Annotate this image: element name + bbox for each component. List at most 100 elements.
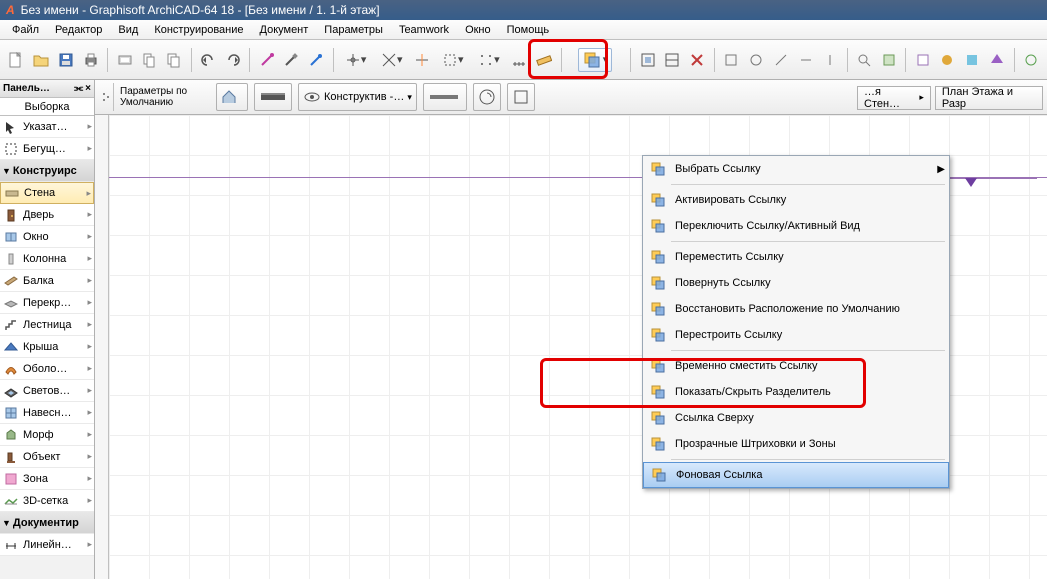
tool5-button[interactable] <box>819 48 842 72</box>
menu-item[interactable]: Выбрать Ссылку▶ <box>643 156 949 182</box>
tool2-button[interactable] <box>744 48 767 72</box>
menu-item[interactable]: Переместить Ссылку <box>643 244 949 270</box>
menu-вид[interactable]: Вид <box>110 22 146 38</box>
menu-item[interactable]: Временно сместить Ссылку <box>643 353 949 379</box>
copy-button[interactable] <box>163 48 186 72</box>
menu-separator <box>671 459 945 460</box>
ref-lines-button[interactable]: ▾ <box>436 48 470 72</box>
menu-файл[interactable]: Файл <box>4 22 47 38</box>
menu-item[interactable]: Перестроить Ссылку <box>643 322 949 348</box>
infobar-grip[interactable] <box>100 83 114 111</box>
infobar-extra-button[interactable] <box>507 83 535 111</box>
tool-dim[interactable]: Линейн…▸ <box>0 534 94 556</box>
shell-icon <box>2 360 20 378</box>
menubar: ФайлРедакторВидКонструированиеДокументПа… <box>0 20 1047 40</box>
infobar-settings-button[interactable] <box>216 83 248 111</box>
tb-g1[interactable] <box>911 48 934 72</box>
toolbar-main: ▾ ▾ ▾ ▾ ▾ <box>0 40 1047 80</box>
view-2-button[interactable] <box>661 48 684 72</box>
tool-object[interactable]: Объект▸ <box>0 446 94 468</box>
tool-door[interactable]: Дверь▸ <box>0 204 94 226</box>
flyout-arrow-icon: ▸ <box>87 121 92 132</box>
snap-button[interactable]: ▾ <box>339 48 373 72</box>
menu-item[interactable]: Показать/Скрыть Разделитель <box>643 379 949 405</box>
tb-g4[interactable] <box>986 48 1009 72</box>
menu-item[interactable]: Восстановить Расположение по Умолчанию <box>643 296 949 322</box>
right-btn-2[interactable]: План Этажа и Разр <box>935 86 1043 110</box>
tb-g2[interactable] <box>936 48 959 72</box>
tool-skylight[interactable]: Светов…▸ <box>0 380 94 402</box>
undo-button[interactable] <box>197 48 220 72</box>
menu-помощь[interactable]: Помощь <box>499 22 558 38</box>
guide-button[interactable]: ▾ <box>375 48 409 72</box>
menu-конструирование[interactable]: Конструирование <box>146 22 251 38</box>
tool-shell[interactable]: Оболо…▸ <box>0 358 94 380</box>
menu-item[interactable]: Ссылка Сверху <box>643 405 949 431</box>
tool-roof[interactable]: Крыша▸ <box>0 336 94 358</box>
tool-arrow[interactable]: Указат…▸ <box>0 116 94 138</box>
marquee-icon <box>2 140 20 158</box>
cross-button[interactable] <box>411 48 434 72</box>
tb-g3[interactable] <box>961 48 984 72</box>
menu-item-icon <box>647 158 669 180</box>
redo-button[interactable] <box>221 48 244 72</box>
dim-icon <box>2 536 20 554</box>
panel-close-icon[interactable]: × <box>85 83 91 94</box>
menu-item[interactable]: Прозрачные Штриховки и Зоны <box>643 431 949 457</box>
tool-beam[interactable]: Балка▸ <box>0 270 94 292</box>
plot-button[interactable] <box>113 48 136 72</box>
measure-button[interactable] <box>533 48 556 72</box>
tool4-button[interactable] <box>794 48 817 72</box>
tb-end[interactable] <box>1019 48 1042 72</box>
tool-label: Лестница <box>23 319 87 331</box>
tool-wall[interactable]: Стена▸ <box>0 182 94 204</box>
tool-column[interactable]: Колонна▸ <box>0 248 94 270</box>
menu-окно[interactable]: Окно <box>457 22 499 38</box>
panel-pin-icon[interactable]: ⫘ <box>74 83 83 94</box>
view-1-button[interactable] <box>636 48 659 72</box>
menu-редактор[interactable]: Редактор <box>47 22 110 38</box>
print-button[interactable] <box>79 48 102 72</box>
panel-header[interactable]: Панель… ⫘ × <box>0 80 94 98</box>
scale-button[interactable] <box>508 48 531 72</box>
find-button[interactable] <box>853 48 876 72</box>
tool-label: Оболо… <box>23 363 87 375</box>
menu-item[interactable]: Повернуть Ссылку <box>643 270 949 296</box>
tool-slab[interactable]: Перекр…▸ <box>0 292 94 314</box>
menu-item[interactable]: Фоновая Ссылка <box>643 462 949 488</box>
infobar-profile-button[interactable] <box>254 83 292 111</box>
grid-snap-button[interactable]: ▾ <box>472 48 506 72</box>
menu-teamwork[interactable]: Teamwork <box>391 22 457 38</box>
open-file-button[interactable] <box>30 48 53 72</box>
flyout-arrow-icon: ▸ <box>87 495 92 506</box>
syringe-button[interactable] <box>280 48 303 72</box>
submenu-arrow-icon: ▶ <box>937 164 945 175</box>
menu-item[interactable]: Активировать Ссылку <box>643 187 949 213</box>
tool1-button[interactable] <box>720 48 743 72</box>
tool-morph[interactable]: Морф▸ <box>0 424 94 446</box>
menu-item[interactable]: Переключить Ссылку/Активный Вид <box>643 213 949 239</box>
menu-параметры[interactable]: Параметры <box>316 22 391 38</box>
infobar-offset-button[interactable] <box>473 83 501 111</box>
pick-button[interactable] <box>255 48 278 72</box>
tool-window[interactable]: Окно▸ <box>0 226 94 248</box>
infobar-geo-button[interactable] <box>423 83 467 111</box>
tool-mesh[interactable]: 3D-сетка▸ <box>0 490 94 512</box>
save-button[interactable] <box>55 48 78 72</box>
extra-button[interactable] <box>877 48 900 72</box>
x-delete-button[interactable] <box>686 48 709 72</box>
new-file-button[interactable] <box>5 48 28 72</box>
tool-zone[interactable]: Зона▸ <box>0 468 94 490</box>
menu-документ[interactable]: Документ <box>252 22 317 38</box>
trace-reference-button[interactable]: ▾ <box>578 48 612 72</box>
tool3-button[interactable] <box>769 48 792 72</box>
tool-marquee[interactable]: Бегущ…▸ <box>0 138 94 160</box>
infobar-label: Параметры по Умолчанию <box>120 86 210 108</box>
tool-curtain[interactable]: Навесн…▸ <box>0 402 94 424</box>
page-setup-button[interactable] <box>138 48 161 72</box>
eyedropper-button[interactable] <box>305 48 328 72</box>
tool-stair[interactable]: Лестница▸ <box>0 314 94 336</box>
right-btn-1[interactable]: …я Стен…▸ <box>857 86 931 110</box>
tool-label: Окно <box>23 231 87 243</box>
infobar-construct-button[interactable]: Конструктив -…▾ <box>298 83 417 111</box>
